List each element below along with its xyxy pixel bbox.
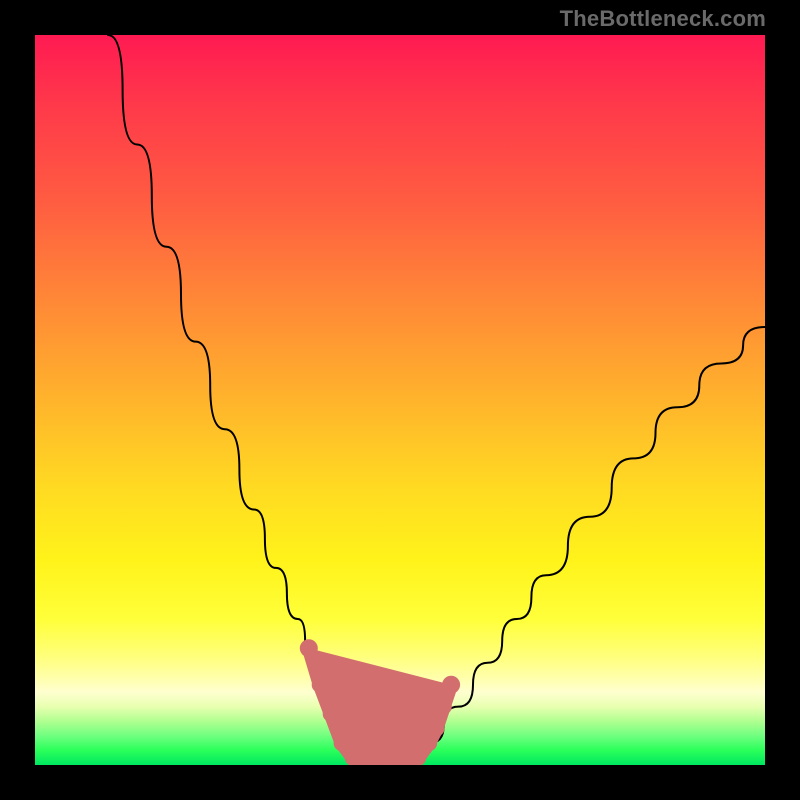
data-marker (436, 699, 452, 715)
data-marker (442, 676, 460, 694)
watermark-text: TheBottleneck.com (560, 6, 766, 32)
data-marker (429, 721, 445, 737)
data-marker (323, 706, 339, 722)
data-marker (300, 639, 318, 657)
data-marker (334, 735, 350, 751)
plot-area (35, 35, 765, 765)
data-marker (410, 750, 426, 765)
chart-stage: TheBottleneck.com (0, 0, 800, 800)
data-marker (421, 735, 437, 751)
data-marker (312, 677, 328, 693)
marker-layer (300, 639, 460, 765)
bottleneck-curve (108, 35, 765, 765)
curve-svg (35, 35, 765, 765)
